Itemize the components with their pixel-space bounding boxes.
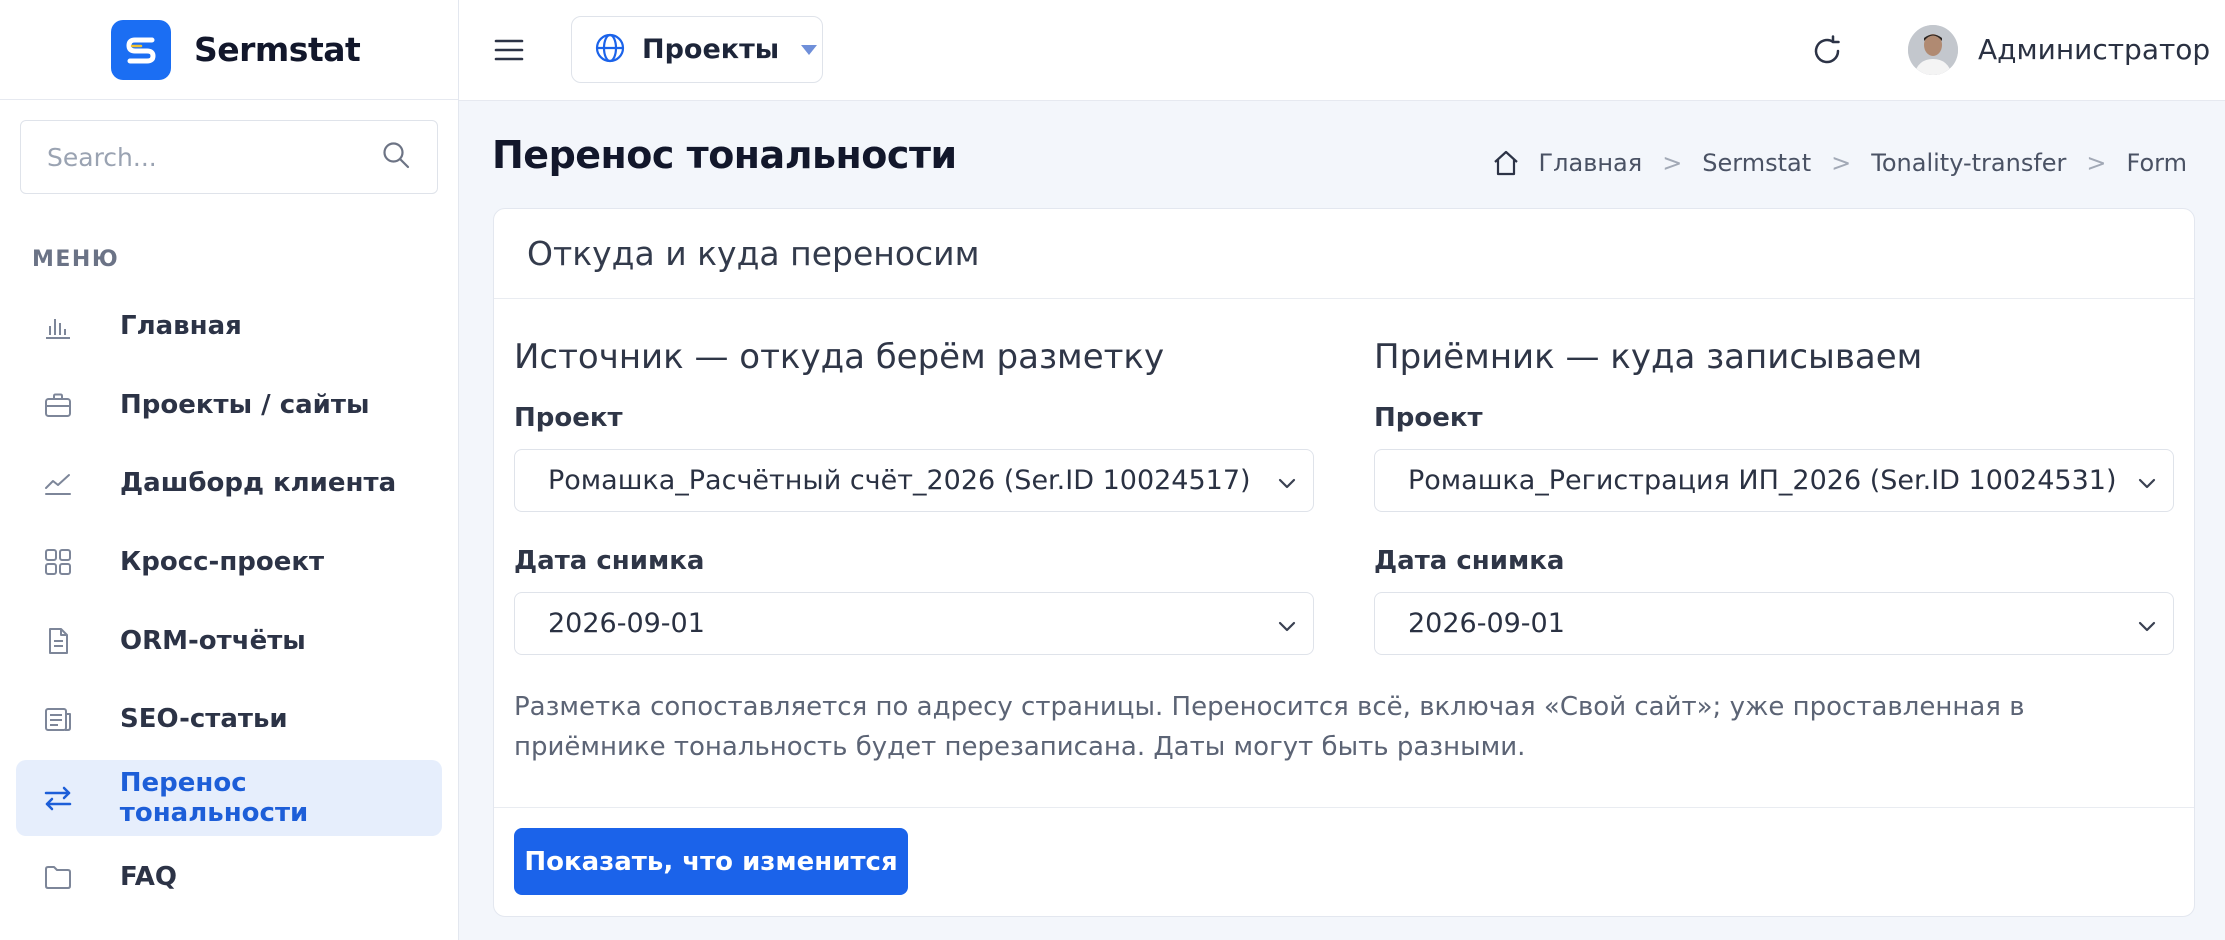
article-icon	[42, 703, 74, 735]
projects-label: Проекты	[642, 34, 780, 65]
sidebar-item-label: ORM-отчёты	[120, 625, 306, 656]
transfer-card: Откуда и куда переносим Источник — откуд…	[493, 208, 2195, 917]
breadcrumb-tonality-transfer[interactable]: Tonality-transfer	[1871, 149, 2066, 177]
target-project-select[interactable]: Ромашка_Регистрация ИП_2026 (Ser.ID 1002…	[1374, 449, 2174, 512]
breadcrumb-separator: >	[1662, 149, 1683, 177]
sidebar-item-seo-articles[interactable]: SEO-статьи	[16, 681, 442, 757]
sidebar-item-label: Кросс-проект	[120, 547, 325, 578]
avatar[interactable]	[1908, 25, 1958, 75]
source-project-select[interactable]: Ромашка_Расчётный счёт_2026 (Ser.ID 1002…	[514, 449, 1314, 512]
document-icon	[42, 625, 74, 657]
chevron-down-icon	[2137, 618, 2157, 631]
breadcrumb-separator: >	[1831, 149, 1852, 177]
source-date-label: Дата снимка	[514, 546, 705, 576]
sidebar-item-tonality-transfer[interactable]: Перенос тональности	[16, 760, 442, 837]
breadcrumb-sermstat[interactable]: Sermstat	[1702, 149, 1811, 177]
home-icon[interactable]	[1491, 148, 1521, 178]
breadcrumb-form: Form	[2126, 149, 2187, 177]
target-title: Приёмник — куда записываем	[1374, 337, 1923, 377]
sidebar-item-label: Дашборд клиента	[120, 468, 397, 499]
user-name[interactable]: Администратор	[1978, 33, 2210, 66]
brand-name: Sermstat	[194, 30, 361, 69]
sidebar-item-cross-project[interactable]: Кросс-проект	[16, 524, 442, 600]
card-title: Откуда и куда переносим	[527, 234, 980, 273]
bar-chart-icon	[42, 310, 74, 342]
target-project-label: Проект	[1374, 403, 1483, 433]
sidebar-item-orm-reports[interactable]: ORM-отчёты	[16, 603, 442, 679]
menu-heading: МЕНЮ	[32, 247, 120, 272]
logo-icon	[111, 19, 171, 80]
transfer-arrows-icon	[42, 782, 74, 814]
search-box[interactable]	[20, 120, 438, 194]
help-note: Разметка сопоставляется по адресу страни…	[514, 692, 2025, 762]
page-title: Перенос тональности	[492, 133, 957, 177]
folder-icon	[42, 861, 74, 893]
search-input[interactable]	[47, 142, 381, 172]
sidebar: Sermstat МЕНЮ Главная Проекты / сайты Да…	[0, 0, 459, 940]
chevron-down-icon	[1277, 618, 1297, 631]
target-date-value: 2026-09-01	[1408, 608, 1565, 639]
sidebar-item-label: FAQ	[120, 861, 178, 892]
sidebar-item-projects[interactable]: Проекты / сайты	[16, 367, 442, 443]
source-date-select[interactable]: 2026-09-01	[514, 592, 1314, 655]
globe-icon	[594, 32, 626, 68]
caret-down-icon	[801, 40, 818, 59]
sidebar-item-label: Главная	[120, 311, 242, 341]
source-project-value: Ромашка_Расчётный счёт_2026 (Ser.ID 1002…	[548, 465, 1251, 496]
line-chart-icon	[42, 467, 74, 499]
topbar: Проекты Администратор	[459, 0, 2225, 101]
target-project-value: Ромашка_Регистрация ИП_2026 (Ser.ID 1002…	[1408, 465, 2117, 496]
sidebar-item-label: Проекты / сайты	[120, 389, 370, 420]
search-icon[interactable]	[381, 140, 411, 174]
sidebar-item-faq[interactable]: FAQ	[16, 839, 442, 915]
sidebar-item-label: Перенос тональности	[119, 768, 309, 829]
chevron-down-icon	[1277, 475, 1297, 488]
show-changes-button[interactable]: Показать, что изменится	[514, 828, 908, 895]
breadcrumb-separator: >	[2086, 149, 2107, 177]
sidebar-item-home[interactable]: Главная	[16, 288, 442, 364]
chevron-down-icon	[2137, 475, 2157, 488]
target-date-label: Дата снимка	[1374, 546, 1565, 576]
card-header: Откуда и куда переносим	[494, 209, 2194, 299]
target-date-select[interactable]: 2026-09-01	[1374, 592, 2174, 655]
brand[interactable]: Sermstat	[0, 0, 458, 100]
breadcrumb-home[interactable]: Главная	[1539, 149, 1643, 177]
sidebar-item-label: SEO-статьи	[120, 704, 288, 735]
sidebar-item-client-dashboard[interactable]: Дашборд клиента	[16, 445, 442, 521]
source-project-label: Проект	[514, 403, 623, 433]
breadcrumb: Главная > Sermstat > Tonality-transfer >…	[1491, 148, 2187, 178]
briefcase-icon	[42, 389, 74, 421]
grid-icon	[42, 546, 74, 578]
source-title: Источник — откуда берём разметку	[514, 337, 1165, 377]
card-footer: Показать, что изменится	[494, 807, 2194, 916]
hamburger-menu-icon[interactable]	[493, 35, 525, 65]
source-date-value: 2026-09-01	[548, 608, 705, 639]
refresh-icon[interactable]	[1810, 34, 1844, 68]
projects-dropdown[interactable]: Проекты	[571, 16, 823, 83]
sidebar-menu: Главная Проекты / сайты Дашборд клиента …	[16, 288, 442, 918]
